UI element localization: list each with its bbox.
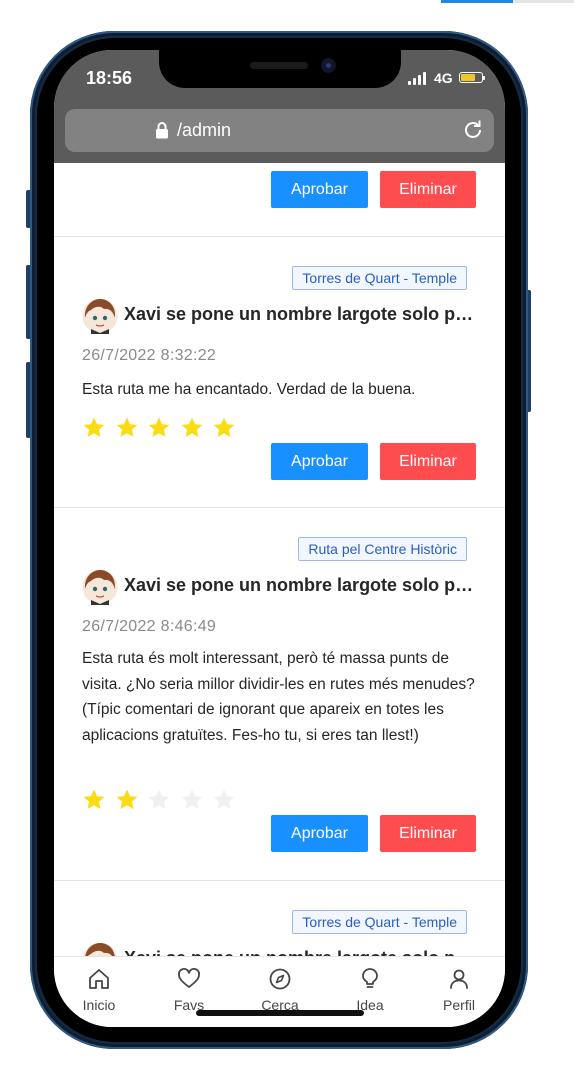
- star-filled-icon[interactable]: [82, 416, 106, 440]
- delete-button[interactable]: Eliminar: [380, 171, 476, 208]
- review-card: Torres de Quart - Temple Xavi se pone un…: [54, 881, 505, 956]
- status-area: 18:56 4G /admin: [54, 50, 505, 163]
- top-edge-tabs: [441, 0, 574, 3]
- avatar: [82, 298, 118, 334]
- approve-button[interactable]: Aprobar: [271, 171, 368, 208]
- review-author: Xavi se pone un nombre largote solo para…: [124, 575, 474, 595]
- tab-favs[interactable]: Favs: [154, 967, 224, 1013]
- star-empty-icon[interactable]: [147, 788, 171, 812]
- phone-screen: 18:56 4G /admin Aprobar Eliminar Torres …: [54, 50, 505, 1027]
- route-tag[interactable]: Torres de Quart - Temple: [292, 910, 467, 934]
- review-author: Xavi se pone un nombre largote solo para…: [124, 948, 474, 956]
- star-filled-icon[interactable]: [212, 416, 236, 440]
- compass-icon: [269, 968, 291, 990]
- approve-button[interactable]: Aprobar: [271, 815, 368, 852]
- star-rating[interactable]: [82, 788, 242, 814]
- home-icon: [89, 969, 109, 989]
- review-card: Ruta pel Centre Històric Xavi se pone un…: [54, 508, 505, 881]
- route-tag[interactable]: Torres de Quart - Temple: [292, 266, 467, 290]
- heart-icon: [178, 968, 200, 988]
- review-text: Esta ruta me ha encantado. Verdad de la …: [82, 381, 416, 398]
- home-indicator: [196, 1010, 364, 1016]
- lock-icon: [156, 122, 168, 139]
- star-filled-icon[interactable]: [115, 788, 139, 812]
- tab-cerca[interactable]: Cerca: [245, 967, 315, 1013]
- approve-button[interactable]: Aprobar: [271, 443, 368, 480]
- star-filled-icon[interactable]: [147, 416, 171, 440]
- network-type: 4G: [434, 70, 453, 86]
- delete-button[interactable]: Eliminar: [380, 443, 476, 480]
- review-author: Xavi se pone un nombre largote solo para…: [124, 304, 474, 324]
- avatar: [82, 569, 118, 605]
- review-text: Esta ruta és molt interessant, però té m…: [82, 650, 475, 744]
- tab-perfil[interactable]: Perfil: [424, 967, 494, 1013]
- review-card: Torres de Quart - Temple Xavi se pone un…: [54, 237, 505, 508]
- lightbulb-icon: [362, 968, 378, 988]
- camera: [321, 58, 336, 73]
- user-icon: [450, 969, 468, 989]
- status-time: 18:56: [86, 68, 133, 88]
- bottom-tab-bar: Inicio Favs Cerca Idea Perfil: [54, 956, 505, 1027]
- star-filled-icon[interactable]: [82, 788, 106, 812]
- review-date: 26/7/2022 8:46:49: [82, 618, 217, 635]
- reload-icon[interactable]: [462, 119, 484, 141]
- star-empty-icon[interactable]: [180, 788, 204, 812]
- reviews-list[interactable]: Aprobar Eliminar Torres de Quart - Templ…: [54, 163, 505, 956]
- notch: [159, 50, 401, 88]
- tab-inicio[interactable]: Inicio: [64, 967, 134, 1013]
- speaker: [250, 62, 308, 69]
- tab-idea[interactable]: Idea: [335, 967, 405, 1013]
- star-empty-icon[interactable]: [212, 788, 236, 812]
- star-rating[interactable]: [82, 416, 242, 442]
- route-tag[interactable]: Ruta pel Centre Històric: [298, 537, 467, 561]
- review-card: Aprobar Eliminar: [54, 163, 505, 237]
- tab-label: Inicio: [82, 997, 116, 1013]
- delete-button[interactable]: Eliminar: [380, 815, 476, 852]
- star-filled-icon[interactable]: [115, 416, 139, 440]
- battery-icon: [459, 72, 485, 83]
- url-text: /admin: [177, 120, 232, 140]
- tab-label: Perfil: [443, 997, 475, 1013]
- signal-icon: [408, 72, 428, 85]
- star-filled-icon[interactable]: [180, 416, 204, 440]
- avatar: [82, 942, 118, 956]
- review-date: 26/7/2022 8:32:22: [82, 347, 217, 364]
- address-bar[interactable]: /admin: [65, 109, 494, 152]
